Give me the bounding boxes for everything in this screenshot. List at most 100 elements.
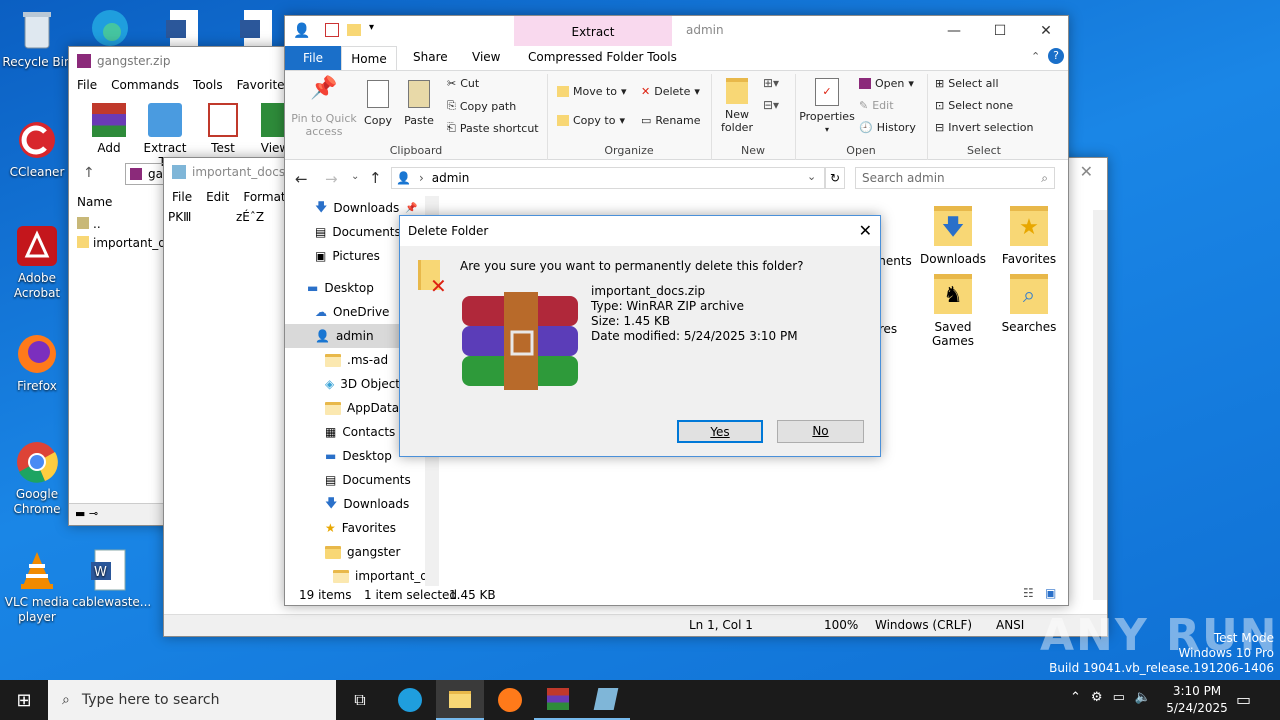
list-item[interactable]: .. xyxy=(77,217,101,231)
add-button[interactable]: Add xyxy=(83,103,135,155)
recent-dropdown-icon[interactable]: ⌄ xyxy=(351,171,359,182)
new-item-icon[interactable]: ⊞▾ xyxy=(763,76,779,90)
taskbar-search-box[interactable]: ⌕ Type here to search xyxy=(48,680,336,720)
copy-to-button[interactable]: Copy to ▾ xyxy=(557,114,625,127)
taskbar-winrar[interactable] xyxy=(534,680,582,720)
nav-item-important-docs[interactable]: important_dc xyxy=(333,564,435,586)
column-header-name[interactable]: Name xyxy=(77,195,112,209)
paste-shortcut-button[interactable]: ⎗ Paste shortcut xyxy=(447,121,539,135)
forward-arrow-icon[interactable]: → xyxy=(325,170,338,188)
menu-file[interactable]: File xyxy=(77,78,97,92)
no-button[interactable]: No xyxy=(777,420,864,443)
dialog-title-bar[interactable]: Delete Folder ✕ xyxy=(400,216,880,246)
address-bar[interactable]: 👤 › admin xyxy=(391,167,825,189)
search-box[interactable]: Search admin ⌕ xyxy=(855,167,1055,189)
taskbar-clock[interactable]: 3:10 PM 5/24/2025 xyxy=(1162,683,1232,717)
item-saved-games[interactable]: ♞ Saved Games xyxy=(915,274,991,348)
item-searches[interactable]: ⌕ Searches xyxy=(991,274,1067,334)
up-arrow-icon[interactable]: ↑ xyxy=(83,165,95,181)
desktop-icon-ccleaner[interactable]: CCleaner xyxy=(0,118,74,180)
cut-button[interactable]: ✂ Cut xyxy=(447,77,479,90)
close-icon[interactable]: ✕ xyxy=(859,221,872,240)
item-downloads[interactable]: 🡇 Downloads xyxy=(915,206,991,266)
menu-file[interactable]: File xyxy=(172,190,192,204)
desktop-icon-vlc[interactable]: VLC media player xyxy=(0,548,74,625)
rename-button[interactable]: ▭ Rename xyxy=(641,114,701,127)
select-none-button[interactable]: ⊡ Select none xyxy=(935,99,1013,112)
notification-icon[interactable]: ▭ xyxy=(1236,690,1251,709)
yes-button[interactable]: Yes xyxy=(677,420,763,443)
invert-selection-button[interactable]: ⊟ Invert selection xyxy=(935,121,1034,134)
list-item[interactable]: important_do xyxy=(77,236,173,250)
nav-item-favorites[interactable]: ★ Favorites xyxy=(325,516,396,540)
pin-to-quick-access-button[interactable]: 📌 Pin to Quick access xyxy=(289,78,359,139)
copy-button[interactable]: Copy xyxy=(361,80,395,127)
item-favorites[interactable]: ★ Favorites xyxy=(991,206,1067,266)
nav-item-3d-objects[interactable]: ◈ 3D Objects xyxy=(325,372,406,396)
desktop-icon-google-chrome[interactable]: Google Chrome xyxy=(0,440,74,517)
nav-item-downloads-sub[interactable]: 🡇 Downloads xyxy=(325,492,409,516)
word-desktop-icon[interactable] xyxy=(236,8,276,51)
nav-item-ms-ad[interactable]: .ms-ad xyxy=(325,348,388,372)
taskbar-edge[interactable] xyxy=(386,680,434,720)
tray-app-icon[interactable]: ⚙ xyxy=(1091,690,1103,705)
collapse-ribbon-icon[interactable]: ⌃ xyxy=(1031,50,1040,63)
large-icons-view-icon[interactable]: ▣ xyxy=(1045,586,1056,600)
close-icon[interactable]: ✕ xyxy=(1080,162,1093,181)
properties-quick-icon[interactable] xyxy=(325,23,339,37)
nav-item-appdata[interactable]: AppData xyxy=(325,396,399,420)
network-icon[interactable]: ▭ xyxy=(1113,690,1125,705)
task-view-button[interactable]: ⧉ xyxy=(336,680,384,720)
nav-item-documents[interactable]: ▤ Documents xyxy=(315,220,401,244)
tab-compressed-folder-tools[interactable]: Compressed Folder Tools xyxy=(528,50,677,64)
taskbar-firefox[interactable] xyxy=(486,680,534,720)
nav-item-onedrive[interactable]: ☁ OneDrive xyxy=(315,300,389,324)
details-view-icon[interactable]: ☷ xyxy=(1023,586,1034,600)
desktop-icon-recycle-bin[interactable]: Recycle Bin xyxy=(0,8,74,70)
tab-home[interactable]: Home xyxy=(341,46,397,71)
tab-share[interactable]: Share xyxy=(413,50,448,64)
vertical-scrollbar[interactable] xyxy=(1093,210,1107,600)
menu-edit[interactable]: Edit xyxy=(206,190,229,204)
back-arrow-icon[interactable]: ← xyxy=(295,170,308,188)
new-folder-quick-icon[interactable] xyxy=(347,24,361,36)
test-button[interactable]: Test xyxy=(201,103,245,155)
winrar-title-bar[interactable]: gangster.zip xyxy=(69,47,297,75)
item-label[interactable]: nents xyxy=(875,254,915,268)
menu-commands[interactable]: Commands xyxy=(111,78,179,92)
close-button[interactable]: ✕ xyxy=(1023,16,1069,46)
volume-icon[interactable]: 🔈 xyxy=(1135,690,1151,705)
nav-item-documents-sub[interactable]: ▤ Documents xyxy=(325,468,411,492)
menu-tools[interactable]: Tools xyxy=(193,78,223,92)
help-icon[interactable]: ? xyxy=(1048,48,1064,64)
tab-view[interactable]: View xyxy=(472,50,500,64)
nav-item-gangster[interactable]: gangster xyxy=(325,540,400,564)
open-button[interactable]: Open ▾ xyxy=(859,77,914,90)
start-button[interactable]: ⊞ xyxy=(0,680,48,720)
menu-favorites[interactable]: Favorites xyxy=(237,78,291,92)
desktop-icon-adobe-acrobat[interactable]: Adobe Acrobat xyxy=(0,224,74,301)
history-button[interactable]: 🕘 History xyxy=(859,121,916,134)
desktop-icon-word-doc[interactable]: W cablewaste... xyxy=(72,548,151,610)
address-dropdown-icon[interactable]: ⌄ xyxy=(807,170,816,183)
delete-button[interactable]: ✕ Delete ▾ xyxy=(641,85,700,98)
move-to-button[interactable]: Move to ▾ xyxy=(557,85,627,98)
properties-button[interactable]: ✓ Properties ▾ xyxy=(799,78,855,136)
select-all-button[interactable]: ⊞ Select all xyxy=(935,77,999,90)
refresh-icon[interactable]: ↻ xyxy=(825,167,845,189)
maximize-button[interactable]: ☐ xyxy=(977,16,1023,46)
nav-item-pictures[interactable]: ▣ Pictures xyxy=(315,244,380,268)
up-arrow-icon[interactable]: ↑ xyxy=(369,169,382,187)
menu-format[interactable]: Format xyxy=(243,190,285,204)
taskbar-file-explorer[interactable] xyxy=(436,680,484,720)
nav-item-desktop-sub[interactable]: ▬ Desktop xyxy=(325,444,392,468)
tab-file[interactable]: File xyxy=(285,46,341,70)
edit-button[interactable]: ✎ Edit xyxy=(859,99,894,112)
nav-item-contacts[interactable]: ▦ Contacts xyxy=(325,420,395,444)
delete-folder-dialog[interactable]: Delete Folder ✕ ✕ Are you sure you want … xyxy=(399,215,881,457)
extract-context-tab[interactable]: Extract xyxy=(514,16,672,46)
desktop-icon-firefox[interactable]: Firefox xyxy=(0,332,74,394)
chevron-up-icon[interactable]: ⌃ xyxy=(1070,690,1081,705)
explorer-title-bar[interactable]: 👤 ▾ Extract admin — ☐ ✕ xyxy=(285,16,1068,46)
copy-path-button[interactable]: ⎘ Copy path xyxy=(447,99,516,113)
